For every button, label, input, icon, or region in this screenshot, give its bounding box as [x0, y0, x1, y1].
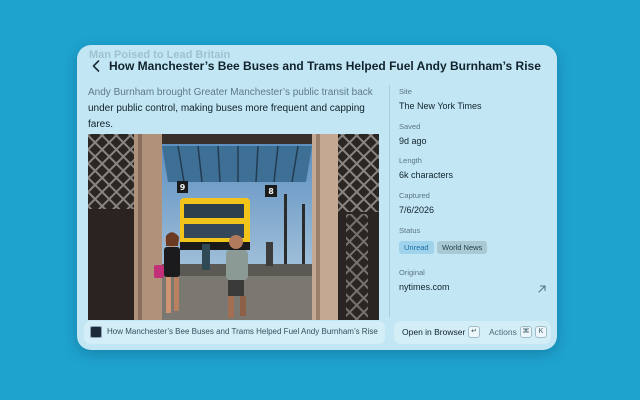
status-label: Status — [399, 226, 421, 235]
description-faded: Andy Burnham brought Greater Manchester’… — [88, 87, 373, 98]
tab-indicator[interactable]: How Manchester’s Bee Buses and Trams Hel… — [84, 321, 385, 344]
original-link[interactable]: nytimes.com — [399, 282, 450, 292]
chevron-left-icon — [92, 60, 100, 72]
tab-title: How Manchester’s Bee Buses and Trams Hel… — [107, 327, 378, 336]
article-photo: 9 8 — [88, 134, 379, 320]
action-bar: Open in Browser ↵ Actions ⌘ K — [394, 321, 551, 344]
vertical-divider — [389, 85, 390, 317]
saved-value: 9d ago — [399, 136, 427, 146]
open-in-browser-button[interactable]: Open in Browser — [402, 327, 465, 337]
k-key-hint: K — [535, 326, 547, 338]
saved-label: Saved — [399, 122, 421, 131]
status-badge-topic: World News — [437, 241, 488, 254]
photo-scene: 9 8 — [88, 134, 379, 320]
length-value: 6k characters — [399, 170, 454, 180]
bus-sign-left: 9 — [180, 183, 186, 192]
captured-label: Captured — [399, 191, 430, 200]
external-link-icon[interactable] — [537, 284, 547, 294]
description-rest: under public control, making buses more … — [88, 103, 365, 130]
back-button[interactable] — [89, 58, 103, 74]
cmd-key-hint: ⌘ — [520, 326, 532, 338]
site-value: The New York Times — [399, 101, 482, 111]
status-badge-unread: Unread — [399, 241, 434, 254]
length-label: Length — [399, 156, 422, 165]
site-label: Site — [399, 87, 412, 96]
actions-button[interactable]: Actions — [489, 327, 517, 337]
bus-sign-right: 8 — [268, 187, 274, 196]
enter-key-hint: ↵ — [468, 326, 480, 338]
favicon-icon — [90, 326, 102, 338]
article-preview-panel: Man Poised to Lead Britain How Mancheste… — [77, 45, 557, 350]
header: Man Poised to Lead Britain How Mancheste… — [77, 45, 557, 87]
article-description: Andy Burnham brought Greater Manchester’… — [88, 85, 384, 133]
original-label: Original — [399, 268, 425, 277]
captured-value: 7/6/2026 — [399, 205, 435, 215]
article-title: How Manchester’s Bee Buses and Trams Hel… — [109, 59, 541, 73]
